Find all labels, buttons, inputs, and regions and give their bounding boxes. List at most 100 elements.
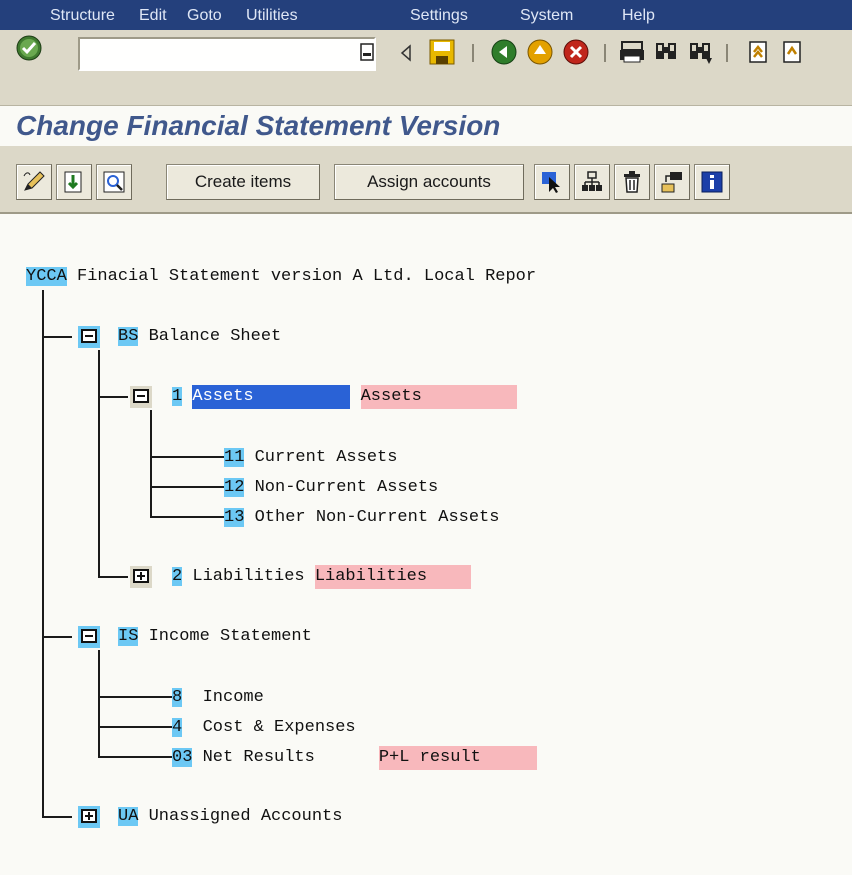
tree-line <box>150 456 224 458</box>
node-text: Income Statement <box>138 627 312 646</box>
node-text: Income <box>182 688 264 707</box>
display-button[interactable] <box>96 164 132 200</box>
command-field[interactable] <box>78 37 376 71</box>
menu-bar: Structure Edit Goto Utilities Settings S… <box>0 0 852 30</box>
cancel-icon[interactable] <box>562 38 590 66</box>
menu-help[interactable]: Help <box>622 7 655 25</box>
node-code: 2 <box>172 567 183 586</box>
tree-node-net-results[interactable]: 03 Net Results P+L result <box>172 746 537 770</box>
expand-node-icon[interactable] <box>78 806 100 828</box>
tree-node-unassigned-accounts[interactable]: UA Unassigned Accounts <box>118 805 342 829</box>
create-items-button[interactable]: Create items <box>166 164 320 200</box>
node-code: 03 <box>172 748 193 767</box>
tree-line <box>98 396 128 398</box>
tree-node-liabilities[interactable]: 2 Liabilities Liabilities <box>172 565 471 589</box>
tree-line <box>98 756 172 758</box>
tree-line <box>98 696 172 698</box>
node-code: BS <box>118 327 139 346</box>
page-title: Change Financial Statement Version <box>16 110 501 141</box>
menu-structure[interactable]: Structure <box>50 7 115 25</box>
node-text: Non-Current Assets <box>244 478 439 497</box>
back-arrow-icon[interactable] <box>398 42 414 64</box>
menu-settings[interactable]: Settings <box>410 7 468 25</box>
node-text: Finacial Statement version A Ltd. Local … <box>66 267 537 286</box>
tree-line <box>42 290 44 818</box>
find-next-icon[interactable] <box>686 38 714 66</box>
select-icon <box>542 172 560 193</box>
hierarchy-button[interactable] <box>574 164 610 200</box>
enter-icon[interactable] <box>16 35 42 61</box>
toolbar-separator <box>726 44 728 62</box>
node-text: Current Assets <box>244 448 398 467</box>
collapse-icon[interactable] <box>78 626 100 648</box>
node-code: 8 <box>172 688 183 707</box>
tree-line <box>42 336 72 338</box>
tree-line <box>150 410 152 518</box>
tree-node-balance-sheet[interactable]: BS Balance Sheet <box>118 325 281 349</box>
node-text: Balance Sheet <box>138 327 282 346</box>
node-note: P+L result <box>378 746 537 770</box>
assign-accounts-button[interactable]: Assign accounts <box>334 164 524 200</box>
collapse-icon[interactable] <box>130 386 152 408</box>
node-code: 12 <box>224 478 245 497</box>
toolbar-separator <box>472 44 474 62</box>
delete-button[interactable] <box>614 164 650 200</box>
tree-node-income[interactable]: 8 Income <box>172 686 264 710</box>
find-icon[interactable] <box>652 38 680 66</box>
node-text: Net Results <box>192 748 315 767</box>
node-note: Assets <box>360 385 517 409</box>
tree-line <box>42 816 72 818</box>
node-text: Unassigned Accounts <box>138 807 343 826</box>
menu-goto[interactable]: Goto <box>187 7 222 25</box>
hierarchy-icon <box>582 171 602 191</box>
tree-node-non-current-assets[interactable]: 12 Non-Current Assets <box>224 476 438 500</box>
display-icon <box>103 171 125 193</box>
exit-icon[interactable] <box>526 38 554 66</box>
edit-icon <box>23 171 45 191</box>
previous-page-icon[interactable] <box>778 38 806 66</box>
node-code: 4 <box>172 718 183 737</box>
move-button[interactable] <box>654 164 690 200</box>
first-page-icon[interactable] <box>744 38 772 66</box>
tree-node-current-assets[interactable]: 11 Current Assets <box>224 446 397 470</box>
node-text: Cost & Expenses <box>182 718 356 737</box>
tree-area <box>0 216 852 875</box>
command-history-icon[interactable] <box>358 42 376 64</box>
menu-utilities[interactable]: Utilities <box>246 7 298 25</box>
expand-button[interactable] <box>56 164 92 200</box>
tree-line <box>98 650 100 758</box>
menu-system[interactable]: System <box>520 7 573 25</box>
node-text-selected: Assets <box>192 385 351 409</box>
delete-icon <box>624 171 640 193</box>
tree-node-assets[interactable]: 1 Assets Assets <box>172 385 517 409</box>
select-button[interactable] <box>534 164 570 200</box>
node-text: Liabilities <box>182 567 315 586</box>
tree-line <box>98 350 100 578</box>
node-code: 11 <box>224 448 245 467</box>
menu-edit[interactable]: Edit <box>139 7 167 25</box>
edit-button[interactable] <box>16 164 52 200</box>
node-code: UA <box>118 807 139 826</box>
tree-node-other-non-current-assets[interactable]: 13 Other Non-Current Assets <box>224 506 499 530</box>
tree-line <box>98 726 172 728</box>
expand-node-icon[interactable] <box>130 566 152 588</box>
node-code: IS <box>118 627 139 646</box>
collapse-icon[interactable] <box>78 326 100 348</box>
info-button[interactable] <box>694 164 730 200</box>
node-text: Other Non-Current Assets <box>244 508 500 527</box>
info-icon <box>701 171 723 193</box>
move-icon <box>661 172 682 193</box>
expand-icon <box>64 171 82 193</box>
node-code: 1 <box>172 387 183 406</box>
tree-node-root[interactable]: YCCA Finacial Statement version A Ltd. L… <box>26 265 536 289</box>
save-icon[interactable] <box>428 38 456 66</box>
node-code: 13 <box>224 508 245 527</box>
tree-line <box>150 486 224 488</box>
tree-node-cost-expenses[interactable]: 4 Cost & Expenses <box>172 716 356 740</box>
tree-node-income-statement[interactable]: IS Income Statement <box>118 625 312 649</box>
toolbar-separator <box>604 44 606 62</box>
back-icon[interactable] <box>490 38 518 66</box>
node-note: Liabilities <box>314 565 471 589</box>
tree-line <box>150 516 224 518</box>
print-icon[interactable] <box>618 38 646 66</box>
